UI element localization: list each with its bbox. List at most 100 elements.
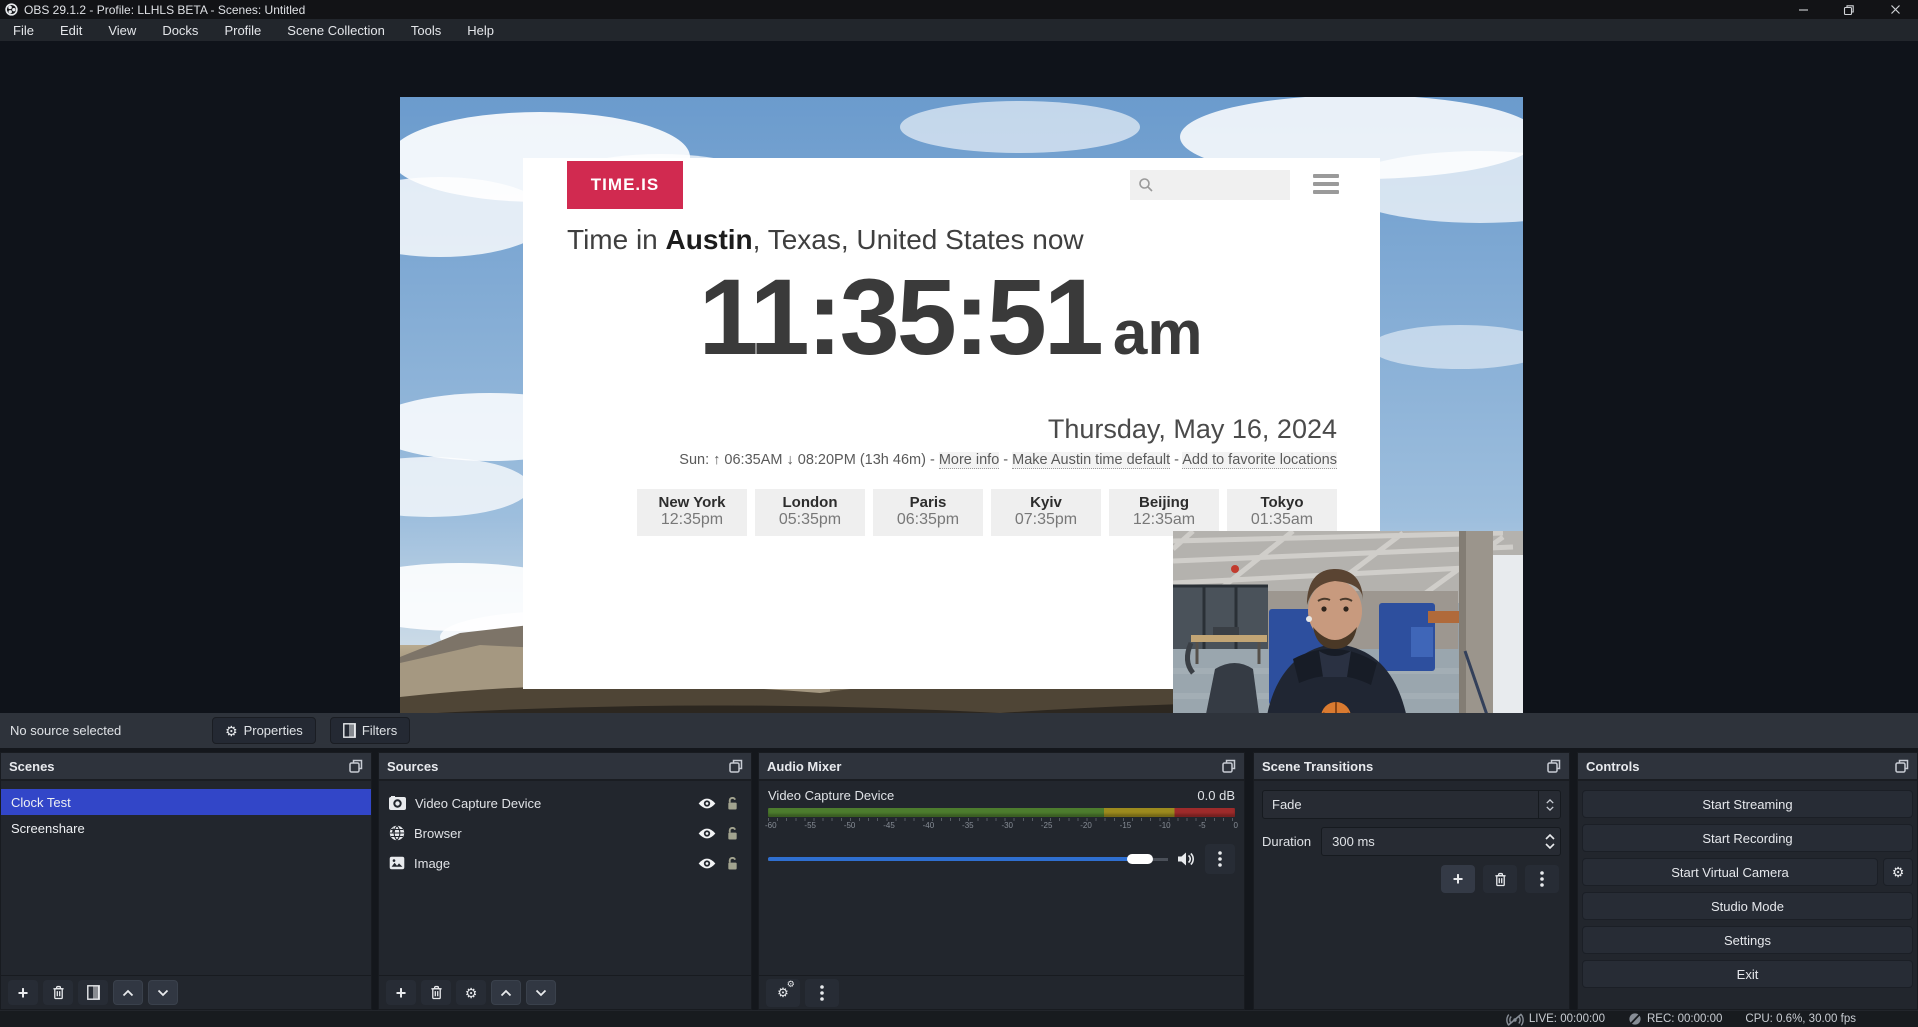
spin-down-icon[interactable]	[1545, 843, 1555, 849]
visibility-eye-icon[interactable]	[697, 797, 717, 810]
chevron-up-icon	[500, 989, 512, 997]
minimize-icon	[1798, 4, 1809, 15]
filters-button[interactable]: Filters	[330, 717, 410, 744]
mixer-channel-menu-button[interactable]	[1205, 844, 1235, 874]
speaker-icon[interactable]	[1177, 851, 1196, 867]
add-scene-button[interactable]: +	[8, 980, 38, 1005]
menubar: File Edit View Docks Profile Scene Colle…	[0, 19, 1918, 41]
minimize-button[interactable]	[1780, 0, 1826, 19]
menu-edit[interactable]: Edit	[47, 19, 95, 41]
scene-transitions-panel: Scene Transitions Fade Duration 300 ms +	[1253, 752, 1570, 1010]
remove-transition-button[interactable]	[1483, 865, 1517, 893]
menu-profile[interactable]: Profile	[211, 19, 274, 41]
scene-item-screenshare[interactable]: Screenshare	[1, 815, 371, 841]
scene-move-up-button[interactable]	[113, 980, 143, 1005]
duration-value: 300 ms	[1322, 834, 1375, 849]
more-info-link: More info	[939, 452, 999, 469]
unlock-icon[interactable]	[726, 796, 739, 811]
visibility-eye-icon[interactable]	[697, 857, 717, 870]
scene-move-down-button[interactable]	[148, 980, 178, 1005]
preview-area: TIME.IS Time in Austin, Texas, United St…	[0, 41, 1918, 713]
selected-source-toolbar: No source selected ⚙ Properties Filters	[0, 713, 1918, 748]
menu-help[interactable]: Help	[454, 19, 507, 41]
obs-logo-icon	[5, 3, 18, 16]
settings-button[interactable]: Settings	[1582, 926, 1913, 954]
remove-source-button[interactable]	[421, 980, 451, 1005]
visibility-eye-icon[interactable]	[697, 827, 717, 840]
close-button[interactable]	[1872, 0, 1918, 19]
transition-properties-button[interactable]	[1525, 865, 1559, 893]
sources-toolbar: + ⚙	[379, 975, 751, 1009]
virtual-camera-config-button[interactable]: ⚙	[1883, 858, 1913, 886]
audio-level-meter	[768, 808, 1235, 817]
restore-icon	[1843, 4, 1855, 16]
scenes-panel-header: Scenes	[1, 753, 371, 781]
menu-docks[interactable]: Docks	[149, 19, 211, 41]
combo-arrows[interactable]	[1538, 791, 1560, 818]
source-item-video-capture[interactable]: Video Capture Device	[379, 788, 751, 818]
menu-tools[interactable]: Tools	[398, 19, 454, 41]
city-london: London05:35pm	[755, 489, 865, 536]
mixer-volume-db: 0.0 dB	[1197, 788, 1235, 803]
source-item-image[interactable]: Image	[379, 848, 751, 878]
mixer-menu-button[interactable]	[805, 979, 839, 1007]
start-recording-button[interactable]: Start Recording	[1582, 824, 1913, 852]
duration-spinbox[interactable]: 300 ms	[1321, 827, 1561, 856]
start-streaming-button[interactable]: Start Streaming	[1582, 790, 1913, 818]
maximize-button[interactable]	[1826, 0, 1872, 19]
source-move-down-button[interactable]	[526, 980, 556, 1005]
source-move-up-button[interactable]	[491, 980, 521, 1005]
popout-icon	[1547, 759, 1561, 773]
add-transition-button[interactable]: +	[1441, 865, 1475, 893]
unlock-icon[interactable]	[726, 826, 739, 841]
dots-vertical-icon	[1540, 871, 1544, 887]
popout-icon	[349, 759, 363, 773]
volume-slider[interactable]	[768, 853, 1168, 865]
unlock-icon[interactable]	[726, 856, 739, 871]
mixer-channel-name: Video Capture Device	[768, 788, 894, 803]
scene-filters-button[interactable]	[78, 980, 108, 1005]
start-virtual-camera-button[interactable]: Start Virtual Camera	[1582, 858, 1878, 886]
preview-canvas[interactable]: TIME.IS Time in Austin, Texas, United St…	[400, 97, 1523, 729]
window-title: OBS 29.1.2 - Profile: LLHLS BETA - Scene…	[24, 3, 305, 17]
rec-timecode: REC: 00:00:00	[1647, 1013, 1722, 1025]
volume-slider-handle[interactable]	[1127, 854, 1153, 864]
source-item-browser[interactable]: Browser	[379, 818, 751, 848]
filters-icon	[87, 985, 100, 1000]
transition-select[interactable]: Fade	[1262, 790, 1561, 819]
menu-scene-collection[interactable]: Scene Collection	[274, 19, 398, 41]
scenes-panel: Scenes Clock Test Screenshare +	[0, 752, 372, 1010]
timeis-heading: Time in Austin, Texas, United States now	[567, 224, 1084, 256]
remove-scene-button[interactable]	[43, 980, 73, 1005]
studio-mode-button[interactable]: Studio Mode	[1582, 892, 1913, 920]
webcam-source[interactable]	[1173, 531, 1523, 729]
spin-up-icon[interactable]	[1545, 834, 1555, 840]
transitions-panel-header: Scene Transitions	[1254, 753, 1569, 781]
filters-icon	[343, 723, 356, 738]
mixer-toolbar: ⚙ ⚙	[759, 975, 1244, 1009]
dots-vertical-icon	[1218, 851, 1222, 867]
sources-title: Sources	[387, 759, 438, 774]
transitions-title: Scene Transitions	[1262, 759, 1373, 774]
dots-vertical-icon	[820, 985, 824, 1001]
add-source-button[interactable]: +	[386, 980, 416, 1005]
city-kyiv: Kyiv07:35pm	[991, 489, 1101, 536]
menu-view[interactable]: View	[95, 19, 149, 41]
popout-icon	[729, 759, 743, 773]
scenes-title: Scenes	[9, 759, 55, 774]
exit-button[interactable]: Exit	[1582, 960, 1913, 988]
scene-item-clock-test[interactable]: Clock Test	[1, 789, 371, 815]
menu-file[interactable]: File	[0, 19, 47, 41]
timeis-logo: TIME.IS	[567, 161, 683, 209]
webcam-video-frame	[1173, 531, 1523, 729]
source-properties-button[interactable]: ⚙	[456, 980, 486, 1005]
controls-panel: Controls Start Streaming Start Recording…	[1577, 752, 1918, 1010]
properties-button[interactable]: ⚙ Properties	[212, 717, 316, 744]
advanced-audio-button[interactable]: ⚙ ⚙	[766, 979, 800, 1007]
sources-panel-header: Sources	[379, 753, 751, 781]
chevron-up-icon	[1546, 799, 1554, 804]
record-inactive-icon	[1628, 1012, 1642, 1026]
city-beijing: Beijing12:35am	[1109, 489, 1219, 536]
live-timecode: LIVE: 00:00:00	[1529, 1013, 1605, 1025]
timeis-search-box	[1130, 170, 1290, 200]
